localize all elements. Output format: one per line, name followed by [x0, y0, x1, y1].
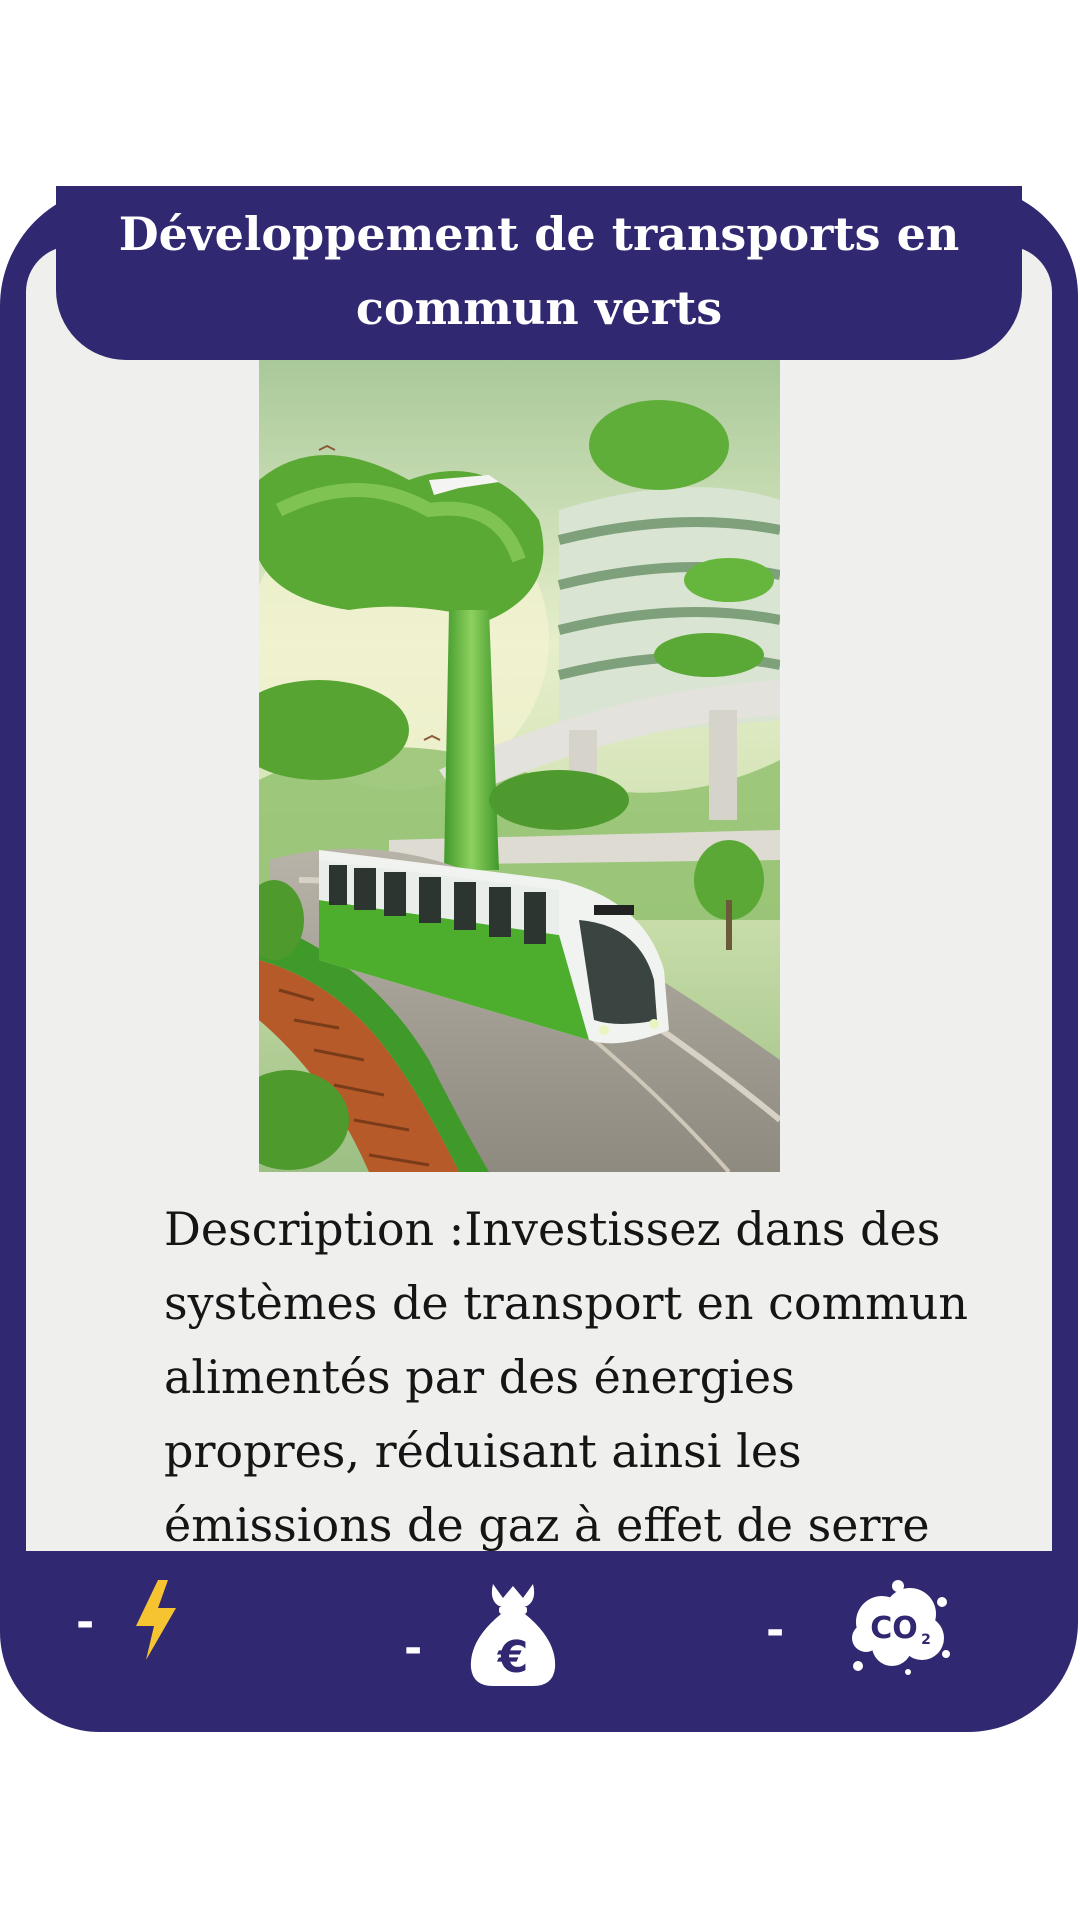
stat-money: - €: [404, 1580, 559, 1692]
svg-text:CO: CO: [871, 1611, 919, 1646]
svg-text:2: 2: [921, 1632, 931, 1648]
energy-value: -: [76, 1596, 95, 1648]
svg-text:€: €: [497, 1632, 529, 1683]
card-title: Développement de transports en commun ve…: [118, 207, 960, 335]
card-stats-bar: - - € - CO 2: [0, 1550, 1078, 1730]
card-description: Description :Investissez dans des systèm…: [164, 1202, 969, 1552]
card-title-banner: Développement de transports en commun ve…: [56, 186, 1022, 360]
co2-cloud-icon: CO 2: [848, 1580, 952, 1680]
green-transport-illustration: [259, 360, 780, 1172]
money-value: -: [404, 1622, 423, 1674]
euro-money-bag-icon: €: [467, 1580, 559, 1692]
co2-value: -: [766, 1604, 785, 1656]
lightning-icon: [134, 1580, 178, 1664]
stat-energy: -: [76, 1580, 178, 1664]
stat-co2: - CO 2: [766, 1580, 952, 1680]
